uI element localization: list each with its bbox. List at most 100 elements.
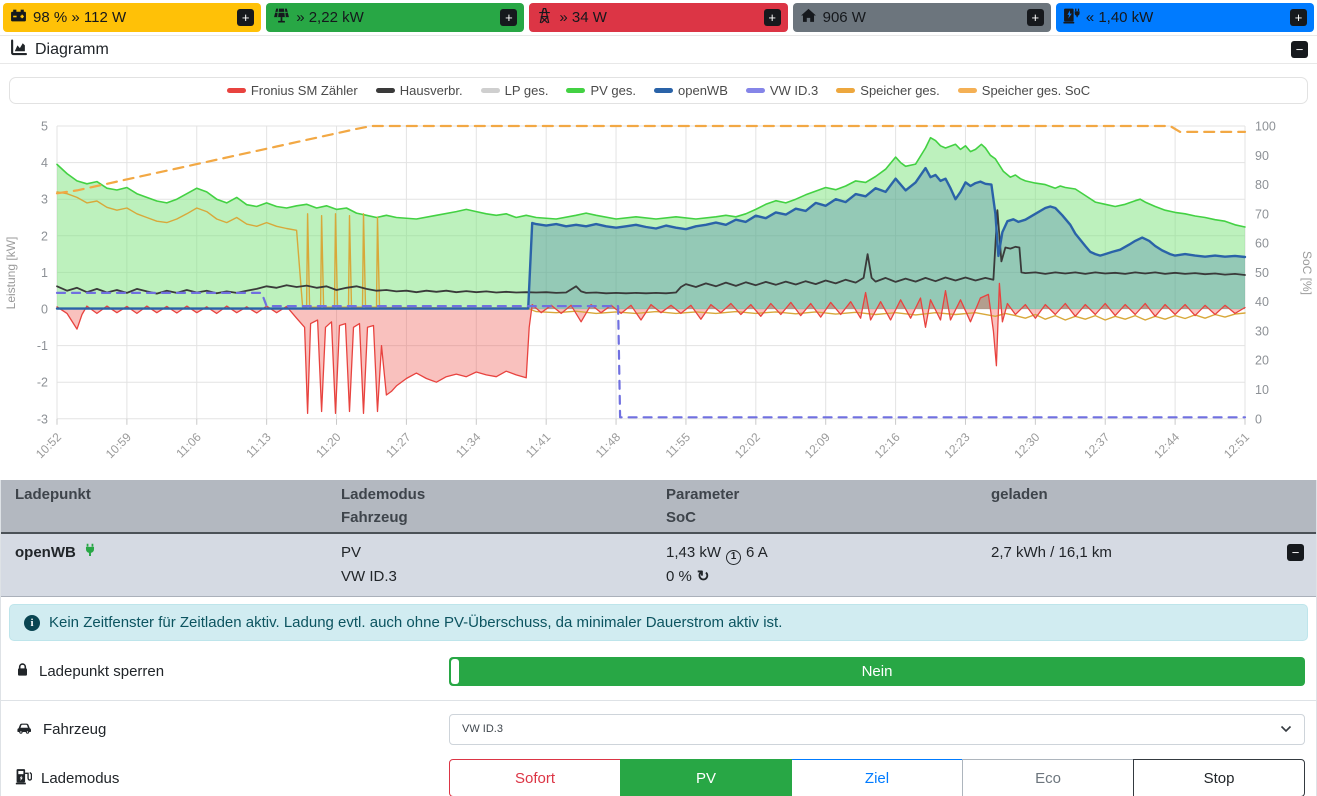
svg-text:11:55: 11:55	[663, 430, 694, 461]
svg-text:4: 4	[41, 156, 48, 170]
svg-text:12:44: 12:44	[1151, 430, 1182, 461]
table-row[interactable]: openWB PV VW ID.3 1,43 kW16 A	[1, 533, 1316, 597]
lock-toggle[interactable]: Nein	[449, 657, 1305, 686]
mode-button-eco[interactable]: Eco	[962, 759, 1134, 796]
svg-text:11:20: 11:20	[313, 430, 344, 461]
diagram-title: Diagramm	[35, 41, 109, 59]
row-charge-mode: Lademodus SofortPVZielEcoStop	[1, 757, 1316, 796]
mode-button-pv[interactable]: PV	[620, 759, 792, 796]
car-battery-icon	[10, 7, 27, 28]
vehicle-select-value: VW ID.3	[462, 723, 503, 735]
legend-label: Hausverbr.	[400, 83, 463, 98]
legend-item[interactable]: Speicher ges. SoC	[958, 83, 1090, 98]
vehicle-label: Fahrzeug	[43, 721, 106, 738]
legend-swatch	[746, 88, 765, 93]
svg-text:12:09: 12:09	[802, 430, 833, 461]
legend-label: PV ges.	[590, 83, 636, 98]
svg-text:70: 70	[1255, 207, 1269, 221]
legend-swatch	[836, 88, 855, 93]
col-lademodus: Lademodus	[341, 483, 652, 506]
svg-text:12:02: 12:02	[732, 430, 763, 461]
badge-chargepoint[interactable]: « 1,40 kW +	[1056, 3, 1314, 32]
status-badges: 98 % » 112 W + » 2,22 kW + » 34 W + 906 …	[0, 0, 1317, 32]
badge-pv[interactable]: » 2,22 kW +	[266, 3, 524, 32]
grid-expand-button[interactable]: +	[764, 9, 781, 26]
toggle-handle[interactable]	[451, 659, 459, 684]
legend-item[interactable]: LP ges.	[481, 83, 549, 98]
legend-item[interactable]: Hausverbr.	[376, 83, 463, 98]
svg-text:1: 1	[41, 266, 48, 280]
legend-item[interactable]: Fronius SM Zähler	[227, 83, 358, 98]
battery-expand-button[interactable]: +	[237, 9, 254, 26]
legend-label: Speicher ges. SoC	[982, 83, 1090, 98]
legend-item[interactable]: openWB	[654, 83, 728, 98]
svg-text:0: 0	[41, 303, 48, 317]
mode-button-ziel[interactable]: Ziel	[791, 759, 963, 796]
svg-text:2: 2	[41, 229, 48, 243]
svg-text:-1: -1	[37, 339, 48, 353]
info-alert-text: Kein Zeitfenster für Zeitladen aktiv. La…	[49, 614, 782, 631]
legend-swatch	[227, 88, 246, 93]
svg-text:11:27: 11:27	[383, 430, 414, 461]
legend-swatch	[654, 88, 673, 93]
badge-house[interactable]: 906 W +	[793, 3, 1051, 32]
house-status-text: 906 W	[823, 9, 866, 26]
chargepoint-collapse-button[interactable]: −	[1287, 544, 1304, 561]
power-chart: 543210-1-2-3100908070605040302010010:521…	[0, 107, 1317, 473]
info-alert: i Kein Zeitfenster für Zeitladen aktiv. …	[9, 604, 1308, 641]
grid-status-text: » 34 W	[559, 9, 607, 26]
legend-item[interactable]: VW ID.3	[746, 83, 818, 98]
svg-text:60: 60	[1255, 237, 1269, 251]
legend-item[interactable]: Speicher ges.	[836, 83, 940, 98]
svg-text:30: 30	[1255, 324, 1269, 338]
svg-text:50: 50	[1255, 266, 1269, 280]
legend-swatch	[481, 88, 500, 93]
legend-swatch	[958, 88, 977, 93]
diagram-header: Diagramm −	[0, 35, 1317, 64]
pv-status-text: » 2,22 kW	[296, 9, 364, 26]
house-icon	[800, 7, 817, 28]
plug-icon	[83, 541, 97, 565]
col-geladen: geladen	[991, 483, 1316, 506]
row-soc: 0 %↻	[666, 565, 977, 589]
chargepoint-expand-button[interactable]: +	[1290, 9, 1307, 26]
col-parameter: Parameter	[666, 483, 977, 506]
legend-item[interactable]: PV ges.	[566, 83, 636, 98]
info-icon: i	[24, 615, 40, 631]
row-mode: PV	[341, 541, 652, 565]
svg-text:90: 90	[1255, 149, 1269, 163]
chargepoint-name: openWB	[15, 541, 76, 565]
chart-area-icon	[10, 39, 27, 61]
svg-text:80: 80	[1255, 178, 1269, 192]
svg-text:100: 100	[1255, 120, 1276, 134]
svg-text:11:41: 11:41	[523, 430, 554, 461]
svg-text:10:52: 10:52	[33, 430, 64, 461]
svg-text:11:06: 11:06	[173, 430, 204, 461]
badge-battery[interactable]: 98 % » 112 W +	[3, 3, 261, 32]
power-tower-icon	[536, 7, 553, 28]
diagram-collapse-button[interactable]: −	[1291, 41, 1308, 58]
badge-grid[interactable]: » 34 W +	[529, 3, 787, 32]
house-expand-button[interactable]: +	[1027, 9, 1044, 26]
col-ladepunkt: Ladepunkt	[15, 483, 327, 506]
mode-button-sofort[interactable]: Sofort	[449, 759, 621, 796]
row-parameter: 1,43 kW16 A	[666, 541, 977, 565]
lock-icon	[15, 662, 30, 681]
svg-text:12:37: 12:37	[1081, 430, 1112, 461]
legend-swatch	[566, 88, 585, 93]
vehicle-select[interactable]: VW ID.3	[449, 714, 1305, 745]
battery-status-text: 98 % » 112 W	[33, 9, 126, 26]
car-icon	[15, 719, 34, 739]
soc-refresh-icon[interactable]: ↻	[697, 568, 710, 585]
chargepoint-status-text: « 1,40 kW	[1086, 9, 1154, 26]
chevron-down-icon	[1280, 725, 1292, 733]
col-soc: SoC	[666, 506, 977, 529]
mode-button-group: SofortPVZielEcoStop	[449, 759, 1305, 796]
chargepoint-table: Ladepunkt LademodusFahrzeug ParameterSoC…	[1, 480, 1316, 597]
lock-label: Ladepunkt sperren	[39, 663, 164, 680]
mode-button-stop[interactable]: Stop	[1133, 759, 1305, 796]
charging-station-icon	[1063, 7, 1080, 28]
charging-pump-icon	[15, 768, 32, 789]
table-header-row: Ladepunkt LademodusFahrzeug ParameterSoC…	[1, 480, 1316, 533]
pv-expand-button[interactable]: +	[500, 9, 517, 26]
